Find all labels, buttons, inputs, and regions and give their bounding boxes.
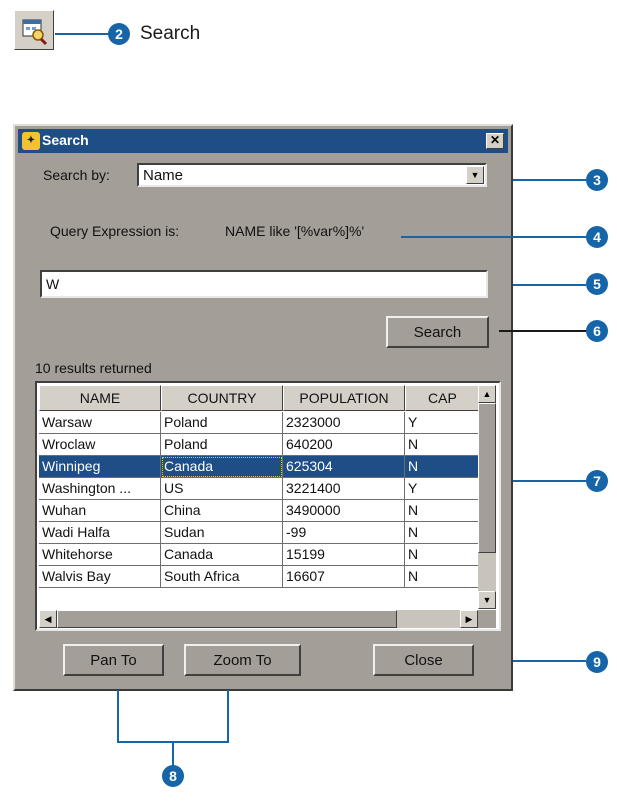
callout-line-3 — [513, 179, 586, 181]
dialog-title: Search — [42, 132, 89, 148]
callout-4: 4 — [586, 226, 608, 248]
column-header-country[interactable]: COUNTRY — [161, 385, 283, 411]
column-header-name[interactable]: NAME — [39, 385, 161, 411]
cell-name: Wroclaw — [39, 434, 161, 456]
callout-8: 8 — [162, 765, 184, 787]
callout-3: 3 — [586, 169, 608, 191]
search-by-select[interactable]: Name ▼ — [137, 163, 487, 187]
arcexplorer-app-icon: ✦ — [22, 132, 40, 150]
table-row[interactable]: Washington ... US 3221400 Y — [39, 478, 480, 500]
cell-name: Walvis Bay — [39, 566, 161, 588]
cell-capital: N — [405, 434, 480, 456]
pan-to-button[interactable]: Pan To — [63, 644, 164, 676]
callout-line-9 — [513, 660, 586, 662]
cell-capital: N — [405, 544, 480, 566]
scroll-down-icon[interactable]: ▼ — [478, 591, 496, 609]
horizontal-scroll-thumb[interactable] — [57, 610, 397, 628]
scroll-left-icon[interactable]: ◀ — [39, 610, 57, 628]
cell-population: 625304 — [283, 456, 405, 478]
callout-line-5 — [513, 284, 586, 286]
table-row[interactable]: Wroclaw Poland 640200 N — [39, 434, 480, 456]
results-table: NAME COUNTRY POPULATION CAP Warsaw Polan… — [35, 381, 501, 631]
step-label: Search — [140, 23, 201, 44]
table-row[interactable]: Wadi Halfa Sudan -99 N — [39, 522, 480, 544]
zoom-to-button[interactable]: Zoom To — [184, 644, 301, 676]
cell-population: 15199 — [283, 544, 405, 566]
search-dialog: ✦ Search ✕ Search by: Name ▼ Query Expre… — [13, 124, 513, 691]
scrollbar-corner — [478, 610, 496, 628]
cell-capital: N — [405, 522, 480, 544]
table-row[interactable]: Whitehorse Canada 15199 N — [39, 544, 480, 566]
cell-country: China — [161, 500, 283, 522]
results-count: 10 results returned — [35, 360, 152, 376]
cell-country: Poland — [161, 412, 283, 434]
table-row[interactable]: Walvis Bay South Africa 16607 N — [39, 566, 480, 588]
cell-name: Winnipeg — [39, 456, 161, 478]
callout-line-7 — [513, 480, 586, 482]
table-body: Warsaw Poland 2323000 Y Wroclaw Poland 6… — [39, 412, 480, 588]
column-header-population[interactable]: POPULATION — [283, 385, 405, 411]
table-row-selected[interactable]: Winnipeg Canada 625304 N — [39, 456, 480, 478]
cell-country: Canada — [161, 544, 283, 566]
vertical-scrollbar[interactable]: ▲ ▼ — [478, 385, 496, 609]
close-icon[interactable]: ✕ — [486, 133, 504, 149]
table-header: NAME COUNTRY POPULATION CAP — [39, 385, 480, 411]
cell-population: 2323000 — [283, 412, 405, 434]
search-value-input[interactable]: W — [40, 270, 488, 298]
scroll-right-icon[interactable]: ▶ — [460, 610, 478, 628]
callout-bracket-right — [227, 690, 229, 742]
vertical-scroll-thumb[interactable] — [478, 403, 496, 553]
cell-capital: N — [405, 566, 480, 588]
cell-capital: N — [405, 500, 480, 522]
cell-capital: Y — [405, 412, 480, 434]
callout-line-2 — [55, 33, 112, 35]
callout-6: 6 — [586, 320, 608, 342]
callout-9: 9 — [586, 651, 608, 673]
callout-line-4 — [401, 236, 586, 238]
cell-country: Canada — [161, 456, 283, 478]
callout-2: 2 — [108, 23, 130, 45]
cell-name: Wadi Halfa — [39, 522, 161, 544]
callout-line-6 — [499, 330, 587, 332]
cell-population: 3221400 — [283, 478, 405, 500]
search-by-value: Name — [143, 167, 184, 184]
cell-country: South Africa — [161, 566, 283, 588]
cell-population: 3490000 — [283, 500, 405, 522]
title-bar[interactable]: ✦ Search ✕ — [18, 129, 508, 153]
cell-country: US — [161, 478, 283, 500]
column-header-capital[interactable]: CAP — [405, 385, 480, 411]
callout-bracket-left — [117, 690, 119, 742]
search-tool-button[interactable] — [14, 10, 54, 50]
cell-name: Washington ... — [39, 478, 161, 500]
cell-population: 16607 — [283, 566, 405, 588]
search-button[interactable]: Search — [386, 316, 489, 348]
scroll-up-icon[interactable]: ▲ — [478, 385, 496, 403]
table-row[interactable]: Wuhan China 3490000 N — [39, 500, 480, 522]
cell-name: Whitehorse — [39, 544, 161, 566]
cell-capital: N — [405, 456, 480, 478]
search-by-label: Search by: — [43, 167, 110, 183]
search-tool-icon — [22, 19, 48, 46]
cell-country: Sudan — [161, 522, 283, 544]
table-row[interactable]: Warsaw Poland 2323000 Y — [39, 412, 480, 434]
chevron-down-icon[interactable]: ▼ — [466, 166, 484, 184]
cell-population: 640200 — [283, 434, 405, 456]
query-expression-label: Query Expression is: — [50, 223, 180, 239]
callout-5: 5 — [586, 273, 608, 295]
cell-name: Warsaw — [39, 412, 161, 434]
cell-country: Poland — [161, 434, 283, 456]
query-expression-value: NAME like '[%var%]%' — [225, 223, 365, 239]
cell-population: -99 — [283, 522, 405, 544]
callout-7: 7 — [586, 470, 608, 492]
cell-capital: Y — [405, 478, 480, 500]
cell-name: Wuhan — [39, 500, 161, 522]
close-button[interactable]: Close — [373, 644, 474, 676]
horizontal-scrollbar[interactable]: ◀ ▶ — [39, 610, 478, 628]
callout-bracket-stem — [172, 741, 174, 768]
